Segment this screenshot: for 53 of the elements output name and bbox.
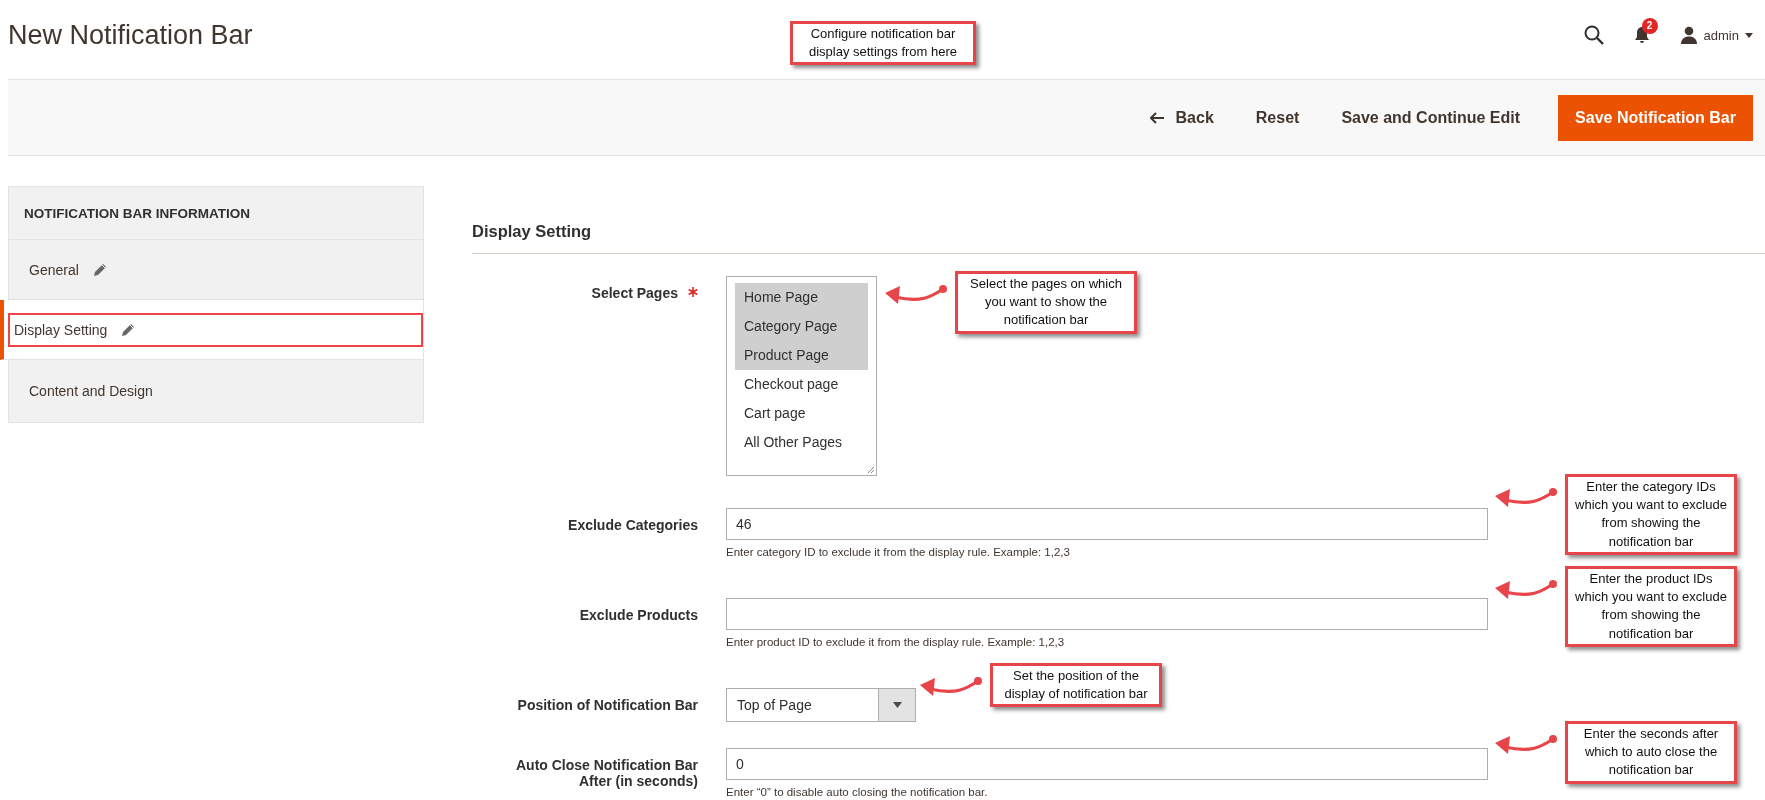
field-hint: Enter product ID to exclude it from the display rule. Example: 1,2,3 bbox=[726, 636, 1066, 648]
annotation-callout: Enter the seconds after which to auto close the notification bar bbox=[1565, 721, 1737, 784]
sidebar-item[interactable]: Display Setting bbox=[0, 300, 423, 360]
list-option[interactable]: Home Page bbox=[735, 283, 868, 312]
dropdown-toggle[interactable] bbox=[878, 689, 915, 721]
dropdown-field[interactable]: Top of Page bbox=[726, 688, 916, 722]
sidebar-heading: NOTIFICATION BAR INFORMATION bbox=[9, 187, 423, 240]
callout-arrow bbox=[1495, 580, 1557, 599]
field-label: Auto Close Notification Bar After (in seconds) bbox=[515, 757, 698, 789]
list-option[interactable]: Product Page bbox=[735, 341, 868, 370]
notification-count-badge: 2 bbox=[1641, 18, 1658, 34]
callout-arrow bbox=[885, 285, 947, 304]
pencil-icon bbox=[92, 262, 107, 277]
annotation-callout: Select the pages on which you want to show the notification bar bbox=[955, 271, 1137, 334]
toolbar-button[interactable]: Save and Continue Edit bbox=[1327, 94, 1535, 141]
annotation-callout: Enter the category IDs which you want to exclude from showing the notification bar bbox=[1565, 474, 1737, 555]
list-option[interactable]: Category Page bbox=[735, 312, 868, 341]
field-hint: Enter category ID to exclude it from the display rule. Example: 1,2,3 bbox=[726, 546, 1071, 558]
field-label: Position of Notification Bar bbox=[517, 697, 698, 713]
section-title: Display Setting bbox=[472, 222, 1765, 254]
field-label: Exclude Products bbox=[579, 607, 698, 623]
callout-arrow bbox=[920, 677, 982, 696]
callout-arrow bbox=[1495, 735, 1557, 754]
caret-icon bbox=[892, 702, 902, 708]
sidebar-item-label: General bbox=[29, 261, 79, 278]
sidebar-item[interactable]: Content and Design bbox=[9, 360, 423, 422]
search-icon[interactable] bbox=[1583, 25, 1604, 45]
page-list-field[interactable]: Home Page Category Page Product Page Checkout page Cart page All Other Pages bbox=[726, 276, 877, 476]
save-button[interactable]: Save Notification Bar bbox=[1558, 94, 1753, 141]
callout-arrow bbox=[1495, 488, 1557, 507]
annotation-callout: Enter the product IDs which you want to exclude from showing the notification bar bbox=[1565, 566, 1737, 647]
sidebar-item-label: Display Setting bbox=[14, 321, 108, 338]
arrow-left-icon bbox=[1149, 111, 1164, 124]
back-button[interactable]: Back bbox=[1135, 94, 1228, 141]
page-title: New Notification Bar bbox=[8, 19, 253, 51]
text-field[interactable]: 0 bbox=[726, 748, 1488, 780]
annotation-callout: Configure notification bar display settings from here bbox=[790, 21, 976, 66]
pencil-icon bbox=[121, 322, 136, 337]
list-option[interactable]: Cart page bbox=[735, 399, 868, 428]
field-label: Exclude Categories bbox=[568, 517, 698, 533]
toolbar-button[interactable]: Reset bbox=[1241, 94, 1314, 141]
caret-icon bbox=[1745, 32, 1753, 38]
text-field[interactable]: 46 bbox=[726, 508, 1488, 540]
resize-handle-icon bbox=[867, 466, 875, 474]
field-label: Select Pages bbox=[591, 285, 678, 301]
field-hint: Enter “0” to disable auto closing the notification bar. bbox=[726, 786, 989, 798]
sidebar-item-label: Content and Design bbox=[29, 383, 153, 399]
list-option[interactable]: All Other Pages bbox=[735, 428, 868, 457]
list-option[interactable]: Checkout page bbox=[735, 370, 868, 399]
text-field[interactable] bbox=[726, 598, 1488, 630]
annotation-callout: Set the position of the display of notification bar bbox=[990, 663, 1162, 708]
account-menu[interactable]: admin bbox=[1679, 26, 1753, 44]
user-icon bbox=[1679, 26, 1698, 44]
